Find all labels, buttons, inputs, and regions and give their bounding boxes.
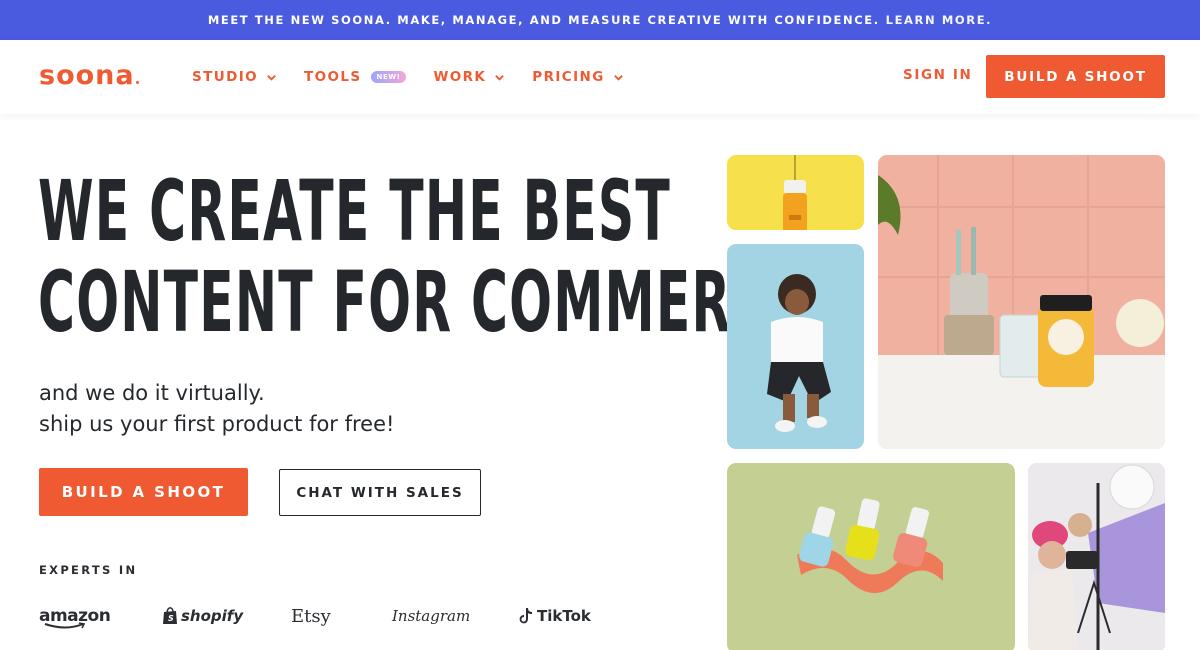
site-header: soona STUDIO TOOLS NEW! WORK PRICING SIG…: [0, 40, 1200, 114]
new-badge: NEW!: [370, 71, 407, 83]
shopify-logo: S shopify: [162, 603, 243, 629]
shopify-wordmark: shopify: [181, 607, 244, 625]
nav-studio-label: STUDIO: [192, 69, 258, 85]
build-shoot-button[interactable]: BUILD A SHOOT: [39, 468, 248, 516]
announcement-text: MEET THE NEW SOONA. MAKE, MANAGE, AND ME…: [207, 13, 880, 27]
photo-nail-polish: [727, 463, 1015, 650]
amazon-smile-icon: [44, 622, 86, 629]
hero-subtext: and we do it virtually. ship us your fir…: [39, 378, 394, 440]
etsy-logo: Etsy: [291, 605, 331, 627]
bathroom-scene-image: [878, 155, 1165, 449]
photo-model-crouching: [727, 244, 864, 449]
chevron-down-icon: [613, 74, 623, 81]
nav-pricing[interactable]: PRICING: [532, 69, 623, 85]
photo-serum-bottle: [727, 155, 864, 230]
photo-studio-shoot: [1028, 463, 1165, 650]
subtext-line-2: ship us your first product for free!: [39, 412, 395, 436]
nav-tools[interactable]: TOOLS NEW!: [304, 69, 407, 85]
nav-pricing-label: PRICING: [532, 69, 605, 85]
experts-in-label: EXPERTS IN: [39, 563, 138, 577]
announcement-bar: MEET THE NEW SOONA. MAKE, MANAGE, AND ME…: [0, 0, 1200, 40]
photo-bathroom-products: [878, 155, 1165, 449]
instagram-logo: Instagram: [392, 607, 471, 625]
main-nav: STUDIO TOOLS NEW! WORK PRICING: [192, 67, 651, 87]
amazon-logo: amazon: [39, 603, 111, 629]
tiktok-logo: TikTok: [518, 603, 591, 629]
chevron-down-icon: [495, 74, 505, 81]
studio-shoot-image: [1028, 463, 1165, 650]
subtext-line-1: and we do it virtually.: [39, 381, 265, 405]
hero-headline: WE CREATE THE BEST CONTENT FOR COMMERCE: [38, 162, 806, 351]
header-build-shoot-button[interactable]: BUILD A SHOOT: [986, 55, 1165, 98]
learn-more-link[interactable]: LEARN MORE.: [886, 13, 992, 27]
tiktok-wordmark: TikTok: [537, 607, 591, 625]
soona-logo[interactable]: soona: [39, 60, 139, 92]
headline-line-1: WE CREATE THE BEST: [38, 162, 671, 260]
serum-bottle-image: [783, 155, 807, 230]
tiktok-note-icon: [519, 608, 532, 624]
nav-work-label: WORK: [433, 69, 487, 85]
nav-work[interactable]: WORK: [433, 69, 505, 85]
shopify-bag-icon: S: [163, 607, 177, 624]
chevron-down-icon: [267, 74, 276, 81]
nail-polish-image: [797, 498, 943, 594]
sign-in-link[interactable]: SIGN IN: [903, 67, 972, 83]
headline-line-2: CONTENT FOR COMMERCE: [38, 253, 806, 351]
chat-with-sales-button[interactable]: CHAT WITH SALES: [279, 469, 481, 516]
svg-text:S: S: [168, 614, 174, 623]
nav-tools-label: TOOLS: [304, 69, 362, 85]
nav-studio[interactable]: STUDIO: [192, 69, 277, 85]
model-image: [767, 274, 831, 432]
